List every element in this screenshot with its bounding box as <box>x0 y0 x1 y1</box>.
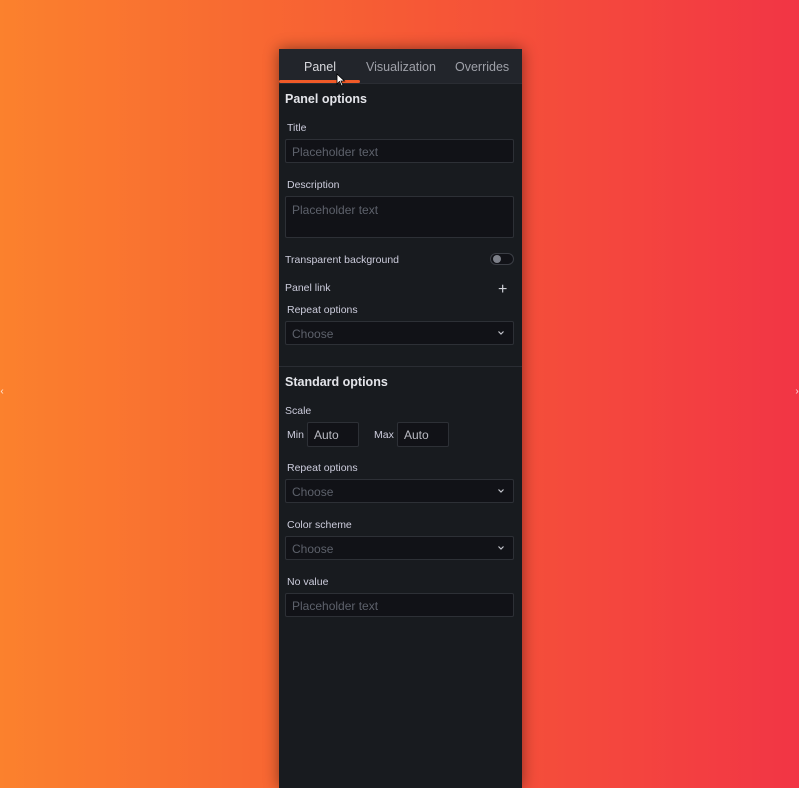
no-value-label: No value <box>287 576 329 588</box>
active-tab-indicator <box>279 80 360 83</box>
scale-max-label: Max <box>374 429 394 441</box>
title-input[interactable]: Placeholder text <box>285 139 514 163</box>
plus-icon[interactable]: + <box>498 282 507 298</box>
panel-link-label: Panel link <box>285 282 331 294</box>
scale-min-input[interactable]: Auto <box>307 422 359 447</box>
tab-overrides[interactable]: Overrides <box>455 60 509 74</box>
panel-editor-sidebar: Panel Visualization Overrides Panel opti… <box>279 49 522 788</box>
chevron-down-icon <box>498 331 504 335</box>
no-value-input[interactable]: Placeholder text <box>285 593 514 617</box>
repeat-options-value: Choose <box>292 327 334 341</box>
repeat-options-label: Repeat options <box>287 304 358 316</box>
title-label: Title <box>287 122 307 134</box>
standard-options-heading: Standard options <box>285 375 388 389</box>
description-textarea[interactable]: Placeholder text <box>285 196 514 238</box>
toggle-knob <box>493 255 501 263</box>
panel-options-heading: Panel options <box>285 92 367 106</box>
section-divider <box>279 366 522 367</box>
transparent-background-toggle[interactable] <box>490 253 514 265</box>
chevron-down-icon <box>498 546 504 550</box>
tab-visualization[interactable]: Visualization <box>366 60 436 74</box>
right-edge-handle-icon[interactable]: › <box>793 386 799 398</box>
standard-repeat-options-select[interactable]: Choose <box>285 479 514 503</box>
description-label: Description <box>287 179 340 191</box>
color-scheme-label: Color scheme <box>287 519 352 531</box>
scale-label: Scale <box>285 405 312 417</box>
repeat-options-select[interactable]: Choose <box>285 321 514 345</box>
transparent-background-label: Transparent background <box>285 254 400 266</box>
mouse-pointer-icon <box>336 73 346 87</box>
left-edge-handle-icon[interactable]: ‹ <box>0 386 6 398</box>
tab-bar: Panel Visualization Overrides <box>279 49 522 87</box>
chevron-down-icon <box>498 489 504 493</box>
scale-max-input[interactable]: Auto <box>397 422 449 447</box>
scale-min-label: Min <box>287 429 304 441</box>
tab-panel[interactable]: Panel <box>304 60 336 74</box>
standard-repeat-options-label: Repeat options <box>287 462 358 474</box>
color-scheme-value: Choose <box>292 542 334 556</box>
color-scheme-select[interactable]: Choose <box>285 536 514 560</box>
standard-repeat-options-value: Choose <box>292 485 334 499</box>
